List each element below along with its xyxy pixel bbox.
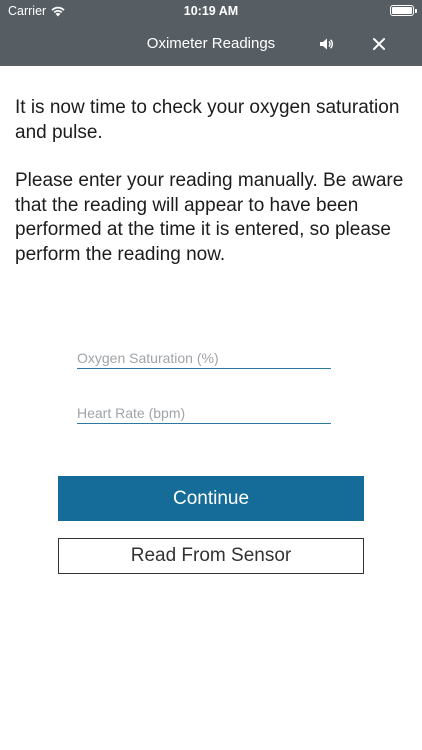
oxygen-saturation-input[interactable]: [77, 347, 331, 369]
navigation-bar: Oximeter Readings: [0, 22, 422, 66]
heart-rate-input[interactable]: [77, 402, 331, 424]
status-bar: Carrier 10:19 AM: [0, 0, 422, 22]
page-title: Oximeter Readings: [146, 35, 276, 52]
read-from-sensor-button[interactable]: Read From Sensor: [58, 538, 364, 574]
battery-icon: [390, 5, 417, 16]
speaker-icon[interactable]: [318, 36, 334, 52]
clock: 10:19 AM: [183, 4, 239, 18]
instruction-details: Please enter your reading manually. Be a…: [15, 170, 404, 265]
close-icon[interactable]: [372, 37, 386, 51]
instruction-intro: It is now time to check your oxygen satu…: [15, 97, 400, 143]
continue-button[interactable]: Continue: [58, 476, 364, 521]
instructions: It is now time to check your oxygen satu…: [15, 96, 410, 291]
